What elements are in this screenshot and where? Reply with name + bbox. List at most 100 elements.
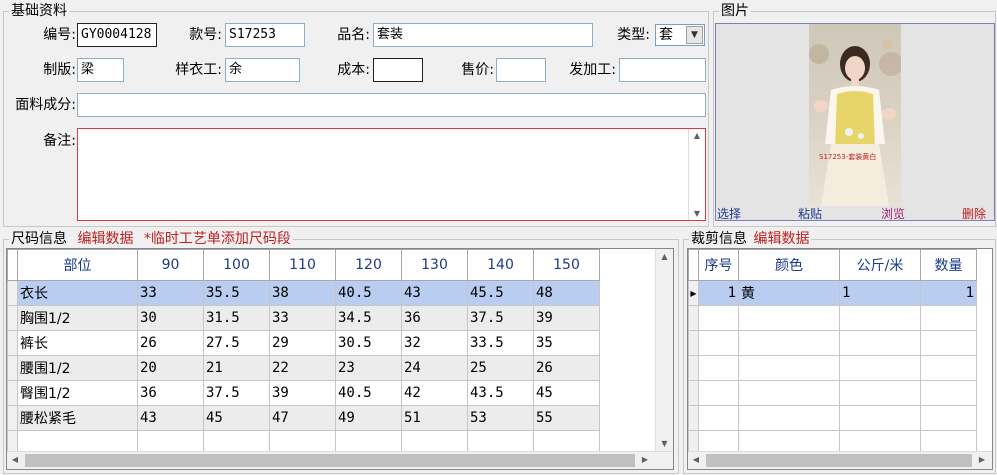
- table-cell[interactable]: 55: [533, 405, 600, 431]
- cut-edit-link[interactable]: 编辑数据: [753, 231, 809, 247]
- table-cell[interactable]: 黄: [738, 280, 840, 306]
- col-header-qty[interactable]: 数量: [920, 249, 977, 281]
- table-row[interactable]: 腰围1/2 20 21 22 23 24 25 26: [7, 355, 600, 381]
- table-cell[interactable]: 1: [920, 280, 977, 306]
- table-cell[interactable]: [920, 405, 977, 431]
- table-cell[interactable]: [698, 305, 739, 331]
- table-row[interactable]: [688, 305, 977, 331]
- col-header-part[interactable]: 部位: [17, 249, 138, 281]
- note-scrollbar[interactable]: ▲ ▼: [688, 129, 705, 220]
- table-cell[interactable]: [738, 405, 840, 431]
- table-cell[interactable]: 45.5: [467, 280, 534, 306]
- cost-field[interactable]: [373, 58, 423, 82]
- table-cell[interactable]: 51: [401, 405, 468, 431]
- picture-panel[interactable]: S17253-套装黄白 选择 粘贴 浏览 删除: [715, 23, 995, 221]
- table-cell[interactable]: 43: [137, 405, 204, 431]
- table-cell[interactable]: [920, 305, 977, 331]
- col-header-color[interactable]: 颜色: [738, 249, 840, 281]
- row-indicator[interactable]: [7, 355, 18, 381]
- table-cell[interactable]: 29: [269, 330, 336, 356]
- table-cell[interactable]: [839, 330, 921, 356]
- table-cell[interactable]: 43: [401, 280, 468, 306]
- table-cell[interactable]: 1: [698, 280, 739, 306]
- delete-picture-link[interactable]: 删除: [962, 207, 986, 221]
- scroll-up-icon[interactable]: ▲: [656, 252, 673, 261]
- table-cell[interactable]: 39: [269, 380, 336, 406]
- table-cell[interactable]: 25: [467, 355, 534, 381]
- table-cell[interactable]: 48: [533, 280, 600, 306]
- table-cell[interactable]: 臀围1/2: [17, 380, 138, 406]
- table-cell[interactable]: 26: [137, 330, 204, 356]
- pattern-maker-field[interactable]: 梁: [77, 58, 124, 82]
- table-cell[interactable]: [839, 380, 921, 406]
- browse-picture-link[interactable]: 浏览: [881, 207, 905, 221]
- row-indicator[interactable]: [688, 305, 699, 331]
- col-header-130[interactable]: 130: [401, 249, 468, 281]
- table-cell[interactable]: [698, 405, 739, 431]
- col-header-kg-per-m[interactable]: 公斤/米: [839, 249, 921, 281]
- table-row[interactable]: 腰松紧毛 43 45 47 49 51 53 55: [7, 405, 600, 431]
- row-indicator[interactable]: [7, 330, 18, 356]
- table-cell[interactable]: 31.5: [203, 305, 270, 331]
- table-cell[interactable]: 43.5: [467, 380, 534, 406]
- style-no-field[interactable]: S17253: [225, 23, 305, 47]
- col-header-seq[interactable]: 序号: [698, 249, 739, 281]
- table-cell[interactable]: 42: [401, 380, 468, 406]
- table-row[interactable]: [688, 330, 977, 356]
- col-header-100[interactable]: 100: [203, 249, 270, 281]
- table-cell[interactable]: 33: [269, 305, 336, 331]
- table-cell[interactable]: 24: [401, 355, 468, 381]
- table-cell[interactable]: 20: [137, 355, 204, 381]
- table-cell[interactable]: 35.5: [203, 280, 270, 306]
- col-header-90[interactable]: 90: [137, 249, 204, 281]
- table-cell[interactable]: 27.5: [203, 330, 270, 356]
- col-header-120[interactable]: 120: [335, 249, 402, 281]
- scroll-down-icon[interactable]: ▼: [689, 209, 705, 218]
- table-cell[interactable]: 26: [533, 355, 600, 381]
- table-cell[interactable]: [738, 380, 840, 406]
- table-cell[interactable]: 腰松紧毛: [17, 405, 138, 431]
- table-cell[interactable]: [839, 355, 921, 381]
- table-cell[interactable]: 33.5: [467, 330, 534, 356]
- table-cell[interactable]: 38: [269, 280, 336, 306]
- product-name-field[interactable]: 套装: [373, 23, 593, 47]
- row-indicator[interactable]: [688, 380, 699, 406]
- table-cell[interactable]: 45: [203, 405, 270, 431]
- table-cell[interactable]: 衣长: [17, 280, 138, 306]
- table-cell[interactable]: 1: [839, 280, 921, 306]
- table-cell[interactable]: 33: [137, 280, 204, 306]
- table-cell[interactable]: 40.5: [335, 280, 402, 306]
- table-row[interactable]: 臀围1/2 36 37.5 39 40.5 42 43.5 45: [7, 380, 600, 406]
- table-cell[interactable]: 30.5: [335, 330, 402, 356]
- table-row[interactable]: 胸围1/2 30 31.5 33 34.5 36 37.5 39: [7, 305, 600, 331]
- row-indicator[interactable]: [7, 305, 18, 331]
- table-cell[interactable]: 40.5: [335, 380, 402, 406]
- size-vertical-scrollbar[interactable]: ▲ ▼: [655, 249, 673, 451]
- table-cell[interactable]: [839, 305, 921, 331]
- table-cell[interactable]: [920, 330, 977, 356]
- table-cell[interactable]: 32: [401, 330, 468, 356]
- table-cell[interactable]: [738, 330, 840, 356]
- table-cell[interactable]: [698, 330, 739, 356]
- sample-worker-field[interactable]: 余: [225, 58, 300, 82]
- table-row[interactable]: ▶ 1 黄 1 1: [688, 280, 977, 306]
- table-cell[interactable]: 47: [269, 405, 336, 431]
- table-cell[interactable]: 37.5: [467, 305, 534, 331]
- price-field[interactable]: [496, 58, 546, 82]
- row-indicator[interactable]: [7, 380, 18, 406]
- table-cell[interactable]: [920, 380, 977, 406]
- table-cell[interactable]: 34.5: [335, 305, 402, 331]
- table-row[interactable]: 裤长 26 27.5 29 30.5 32 33.5 35: [7, 330, 600, 356]
- fabric-field[interactable]: [77, 93, 706, 117]
- chevron-down-icon[interactable]: ▼: [686, 26, 703, 44]
- note-textarea[interactable]: [77, 128, 706, 221]
- size-edit-link[interactable]: 编辑数据: [77, 231, 133, 247]
- row-indicator[interactable]: [7, 280, 18, 306]
- table-cell[interactable]: 裤长: [17, 330, 138, 356]
- cut-horizontal-scrollbar[interactable]: ◀ ▶: [688, 451, 992, 469]
- col-header-110[interactable]: 110: [269, 249, 336, 281]
- table-cell[interactable]: 35: [533, 330, 600, 356]
- outsource-field[interactable]: [619, 58, 706, 82]
- table-cell[interactable]: [738, 355, 840, 381]
- table-cell[interactable]: 23: [335, 355, 402, 381]
